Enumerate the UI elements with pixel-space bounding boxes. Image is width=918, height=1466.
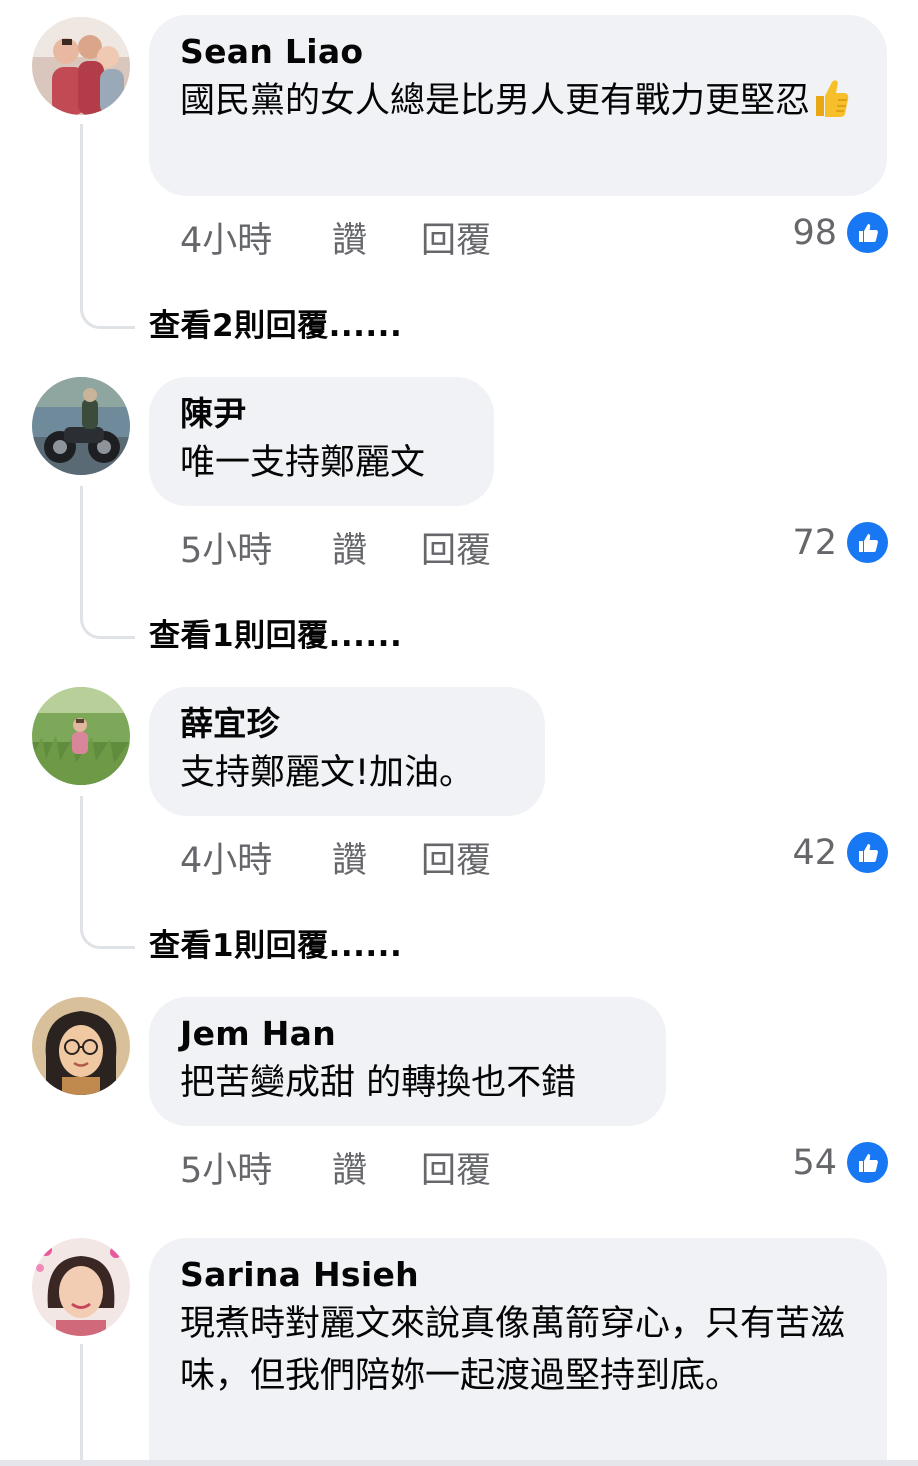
avatar-photo-icon (32, 377, 130, 475)
comment-text: 把苦變成甜 的轉換也不錯 (180, 1063, 577, 1103)
thumbs-up-emoji-icon (816, 80, 849, 117)
like-reaction-icon (847, 212, 888, 253)
comment-actions: 4小時 讚 回覆 98 (180, 212, 888, 261)
comment-text: 支持鄭麗文!加油。 (180, 753, 475, 793)
comment-author[interactable]: Sean Liao (180, 33, 857, 71)
avatar-photo-icon (32, 687, 130, 785)
reply-thread-line (80, 796, 135, 949)
reaction-count: 98 (792, 212, 837, 253)
reply-button[interactable]: 回覆 (421, 1142, 491, 1193)
comment-bubble: 薛宜珍 支持鄭麗文!加油。 (149, 687, 545, 816)
comment-timestamp[interactable]: 4小時 (180, 212, 272, 263)
view-replies-link[interactable]: 查看1則回覆...... (149, 920, 402, 965)
view-replies-link[interactable]: 查看2則回覆...... (149, 300, 402, 345)
avatar[interactable] (32, 997, 130, 1095)
reply-button[interactable]: 回覆 (421, 832, 491, 883)
reaction-count: 42 (792, 832, 837, 873)
reply-button[interactable]: 回覆 (421, 522, 491, 573)
comment-text-content: 國民黨的女人總是比男人更有戰力更堅忍 (180, 81, 811, 121)
comment-timestamp[interactable]: 4小時 (180, 832, 272, 883)
like-reaction-icon (847, 832, 888, 873)
like-reaction-icon (847, 522, 888, 563)
reaction-summary[interactable]: 98 (792, 212, 888, 253)
comment-bubble: Sarina Hsieh 現煮時對麗文來說真像萬箭穿心，只有苦滋味，但我們陪妳一… (149, 1238, 887, 1466)
avatar-photo-icon (32, 17, 130, 115)
comment-timestamp[interactable]: 5小時 (180, 1142, 272, 1193)
view-replies-link[interactable]: 查看1則回覆...... (149, 610, 402, 655)
reaction-count: 72 (792, 522, 837, 563)
avatar[interactable] (32, 687, 130, 785)
reaction-count: 54 (792, 1142, 837, 1183)
avatar-photo-icon (32, 1238, 130, 1336)
comment-timestamp[interactable]: 5小時 (180, 522, 272, 573)
comment-actions: 5小時 讚 回覆 54 (180, 1142, 888, 1191)
like-button[interactable]: 讚 (332, 522, 367, 573)
comment-text: 現煮時對麗文來說真像萬箭穿心，只有苦滋味，但我們陪妳一起渡過堅持到底。 (180, 1304, 846, 1396)
like-reaction-icon (847, 1142, 888, 1183)
reply-thread-line (80, 486, 135, 639)
avatar[interactable] (32, 377, 130, 475)
avatar-photo-icon (32, 997, 130, 1095)
comment-bubble: Sean Liao 國民黨的女人總是比男人更有戰力更堅忍 (149, 15, 887, 196)
comment-text: 唯一支持鄭麗文 (180, 443, 426, 483)
reaction-summary[interactable]: 72 (792, 522, 888, 563)
avatar[interactable] (32, 17, 130, 115)
comment-author[interactable]: 薛宜珍 (180, 705, 515, 743)
comment-author[interactable]: Jem Han (180, 1015, 636, 1053)
like-button[interactable]: 讚 (332, 832, 367, 883)
reply-thread-line (80, 1344, 83, 1460)
like-button[interactable]: 讚 (332, 1142, 367, 1193)
comment-bubble: 陳尹 唯一支持鄭麗文 (149, 377, 494, 506)
reply-button[interactable]: 回覆 (421, 212, 491, 263)
like-button[interactable]: 讚 (332, 212, 367, 263)
comment-bubble: Jem Han 把苦變成甜 的轉換也不錯 (149, 997, 666, 1126)
comment-author[interactable]: Sarina Hsieh (180, 1256, 857, 1294)
bottom-divider (0, 1460, 918, 1466)
comment-text: 國民黨的女人總是比男人更有戰力更堅忍 (180, 75, 857, 127)
reaction-summary[interactable]: 54 (792, 1142, 888, 1183)
comment-author[interactable]: 陳尹 (180, 395, 464, 433)
reply-thread-line (80, 124, 135, 329)
avatar[interactable] (32, 1238, 130, 1336)
comment-actions: 4小時 讚 回覆 42 (180, 832, 888, 881)
comment-actions: 5小時 讚 回覆 72 (180, 522, 888, 571)
reaction-summary[interactable]: 42 (792, 832, 888, 873)
